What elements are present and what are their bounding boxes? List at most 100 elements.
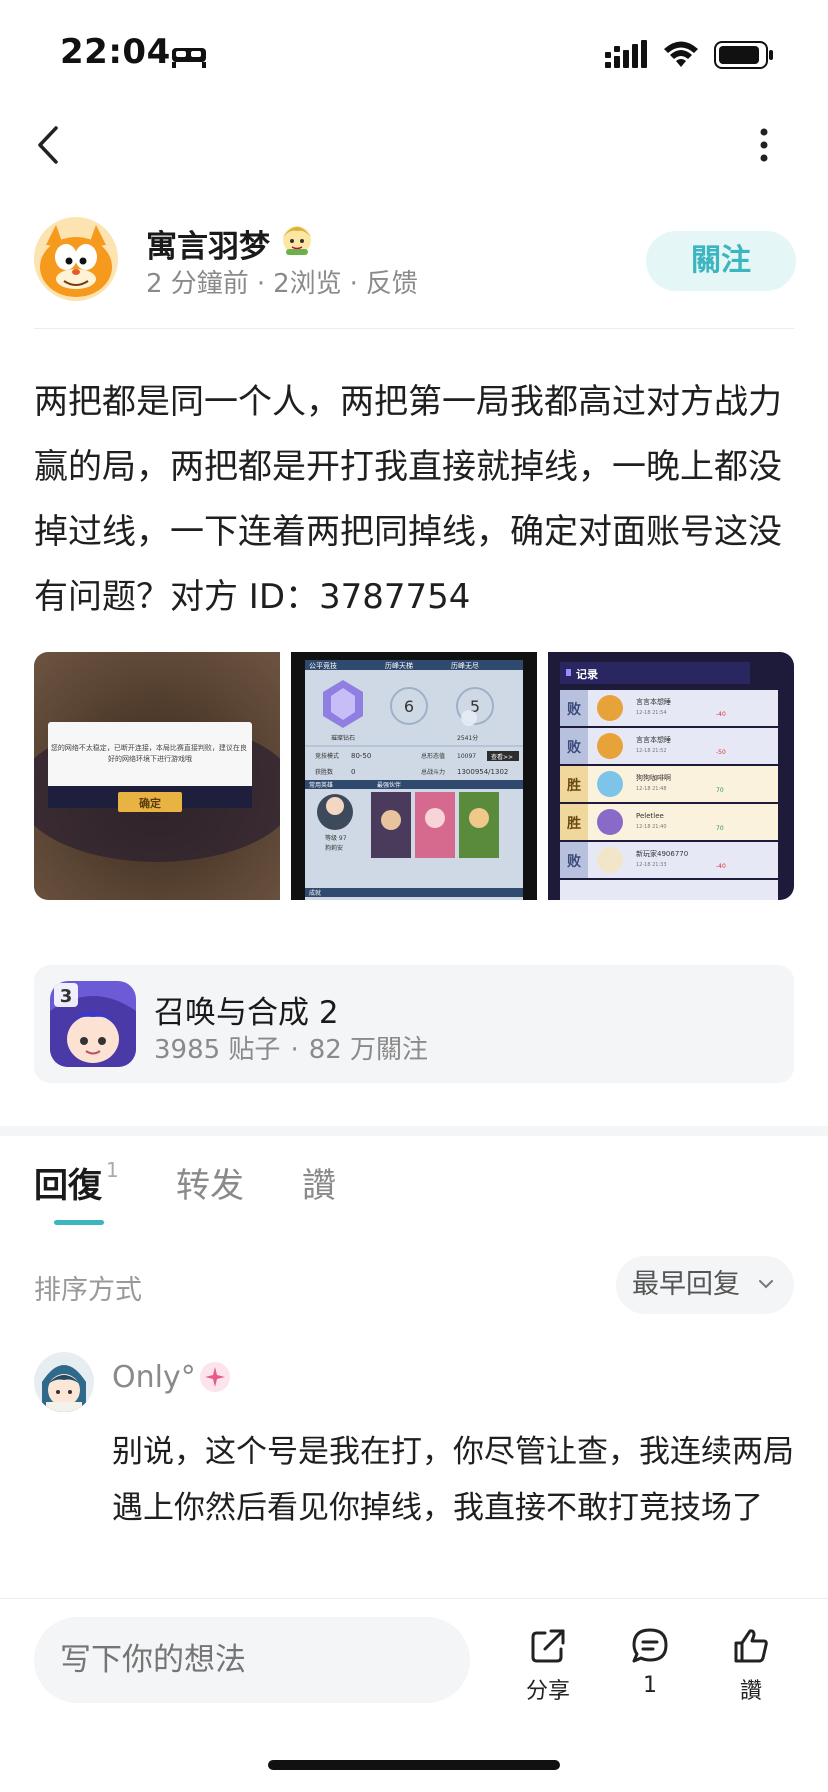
sort-selected-value: 最早回复 [632,1269,740,1300]
mode-label: 竞技模式 [315,752,339,760]
game-icon-number: 3 [60,986,73,1007]
comment-count: 1 [643,1673,657,1698]
comment-button[interactable]: 1 [610,1625,690,1715]
author-name[interactable]: 寓言羽梦 [146,221,270,266]
feedback-link[interactable]: 反馈 [366,269,418,299]
comment-bubble-icon [632,1628,668,1663]
post-body: 两把都是同一个人，两把第一局我都高过对方战力赢的局，两把都是开打我直接就掉线，一… [34,382,782,617]
points: 2541分 [457,734,478,742]
commenter-avatar[interactable] [34,1352,94,1412]
section-divider [0,1126,828,1136]
post-image-2[interactable]: 公平竞技 历峰天梯 历峰无尽 6 5 璀璨钻石 2541分 竞技模式 80-50… [291,652,537,900]
power-value: 1300954/1302 [457,768,508,776]
battery-icon [714,41,773,69]
share-button[interactable]: 分享 [508,1625,588,1715]
record-row-2: 败 言言本想睡 12-18 21:52 -50 [560,728,778,764]
more-options-icon[interactable] [748,120,780,170]
record-row-5: 败 新玩家4906770 12-18 21:33 -40 [560,842,778,878]
chevron-down-icon [759,1280,773,1289]
achievements-label: 成就 [309,889,321,897]
tab-replies-label: 回復 [34,1166,102,1206]
records-title: 记录 [576,668,598,681]
active-tab-indicator [54,1220,104,1225]
stats-header-right: 历峰无尽 [451,661,479,670]
game-meta: 3985 贴子 · 82 万關注 [154,1035,429,1065]
author-avatar[interactable] [34,217,118,301]
tab-replies-count: 1 [106,1158,119,1182]
nav-bar [0,110,828,180]
svg-text:12-18 21:48: 12-18 21:48 [636,786,667,792]
total-label: 总形态值 [421,752,445,760]
svg-text:败: 败 [567,853,582,870]
heroes-label: 常用英雄 [309,781,333,789]
wifi-icon [664,41,698,67]
follow-button[interactable]: 關注 [646,231,796,291]
game-post-count: 3985 贴子 [154,1035,281,1065]
author-badge-icon [283,226,311,255]
tab-likes[interactable]: 讚 [302,1158,336,1207]
back-arrow-icon[interactable] [30,120,70,170]
dialog-confirm-label: 确定 [139,796,161,810]
view-button: 查看>> [491,753,513,761]
svg-text:12-18 21:40: 12-18 21:40 [636,824,667,830]
sparkle-badge-icon [200,1362,230,1392]
svg-text:言言本想睡: 言言本想睡 [636,697,671,706]
post-image-1[interactable]: 您的网络不太稳定，已断开连接，本局比赛直接判败，建议在良 好的网络环境下进行游戏… [34,652,280,900]
sort-label: 排序方式 [34,1275,142,1306]
svg-text:-40: -40 [716,711,726,718]
rank-title: 璀璨钻石 [331,734,355,742]
sleep-mode-icon [172,48,206,68]
stats-header-left: 公平竞技 [309,661,337,670]
svg-text:败: 败 [567,739,582,756]
sort-dropdown[interactable]: 最早回复 [616,1256,794,1314]
mode-value: 80-50 [351,752,371,760]
record-row-3: 胜 狗狗咖啡啊 12-18 21:48 70 [560,766,778,802]
post-image-3[interactable]: 记录 败 言言本想睡 12-18 21:54 -40 败 言言本想睡 12-18… [548,652,794,900]
status-time: 22:04 [60,32,171,72]
game-name: 召唤与合成 2 [154,995,339,1031]
power-label: 总战斗力 [421,768,445,776]
image-strip: 您的网络不太稳定，已断开连接，本局比赛直接判败，建议在良 好的网络环境下进行游戏… [34,652,794,900]
share-icon [531,1629,565,1663]
wins-label: 获胜数 [315,768,333,776]
cellular-signal-icon [605,40,647,68]
like-button[interactable]: 讚 [711,1625,791,1715]
svg-text:70: 70 [716,787,724,794]
rank-a: 6 [404,697,414,716]
game-follower-count: 82 万關注 [308,1035,429,1065]
svg-text:12-18 21:33: 12-18 21:33 [636,862,667,868]
status-bar: 22:04 [0,0,828,100]
svg-text:Peletlee: Peletlee [636,812,664,820]
svg-text:12-18 21:54: 12-18 21:54 [636,710,667,716]
hero-name: 狗莉安 [325,844,343,852]
svg-text:-40: -40 [716,863,726,870]
view-count: 2浏览 [273,269,342,299]
svg-text:言言本想睡: 言言本想睡 [636,735,671,744]
commenter-name[interactable]: Only° [112,1360,196,1395]
tab-forwards[interactable]: 转发 [176,1158,244,1207]
dialog-text-line: 您的网络不太稳定，已断开连接，本局比赛直接判败，建议在良 [51,743,247,752]
record-row-4: 胜 Peletlee 12-18 21:40 70 [560,804,778,840]
record-row-1: 败 言言本想睡 12-18 21:54 -40 [560,690,778,726]
author-meta: 2 分鐘前 · 2浏览 · 反馈 [146,269,418,299]
svg-text:狗狗咖啡啊: 狗狗咖啡啊 [636,773,671,782]
svg-text:新玩家4906770: 新玩家4906770 [636,849,688,858]
comment-text: 别说，这个号是我在打，你尽管让查，我连续两局遇上你然后看见你掉线，我直接不敢打竞… [112,1434,794,1526]
tab-replies[interactable]: 回復 1 [34,1158,119,1207]
reply-input[interactable] [34,1617,470,1703]
divider [34,328,794,329]
wins-value: 0 [351,768,355,776]
like-label: 讚 [739,1679,762,1704]
post-time: 2 分鐘前 [146,269,249,299]
best-label: 最强伙伴 [377,781,401,789]
total-value: 10097 [457,753,476,760]
svg-text:70: 70 [716,825,724,832]
tab-bar: 回復 1 转发 讚 [34,1158,794,1228]
svg-text:胜: 胜 [567,778,581,794]
svg-text:12-18 21:52: 12-18 21:52 [636,748,667,754]
game-card[interactable]: 3 召唤与合成 2 3985 贴子 · 82 万關注 [34,965,794,1083]
share-label: 分享 [525,1679,570,1704]
svg-text:胜: 胜 [567,816,581,832]
home-indicator [268,1760,560,1770]
svg-text:败: 败 [567,701,582,718]
